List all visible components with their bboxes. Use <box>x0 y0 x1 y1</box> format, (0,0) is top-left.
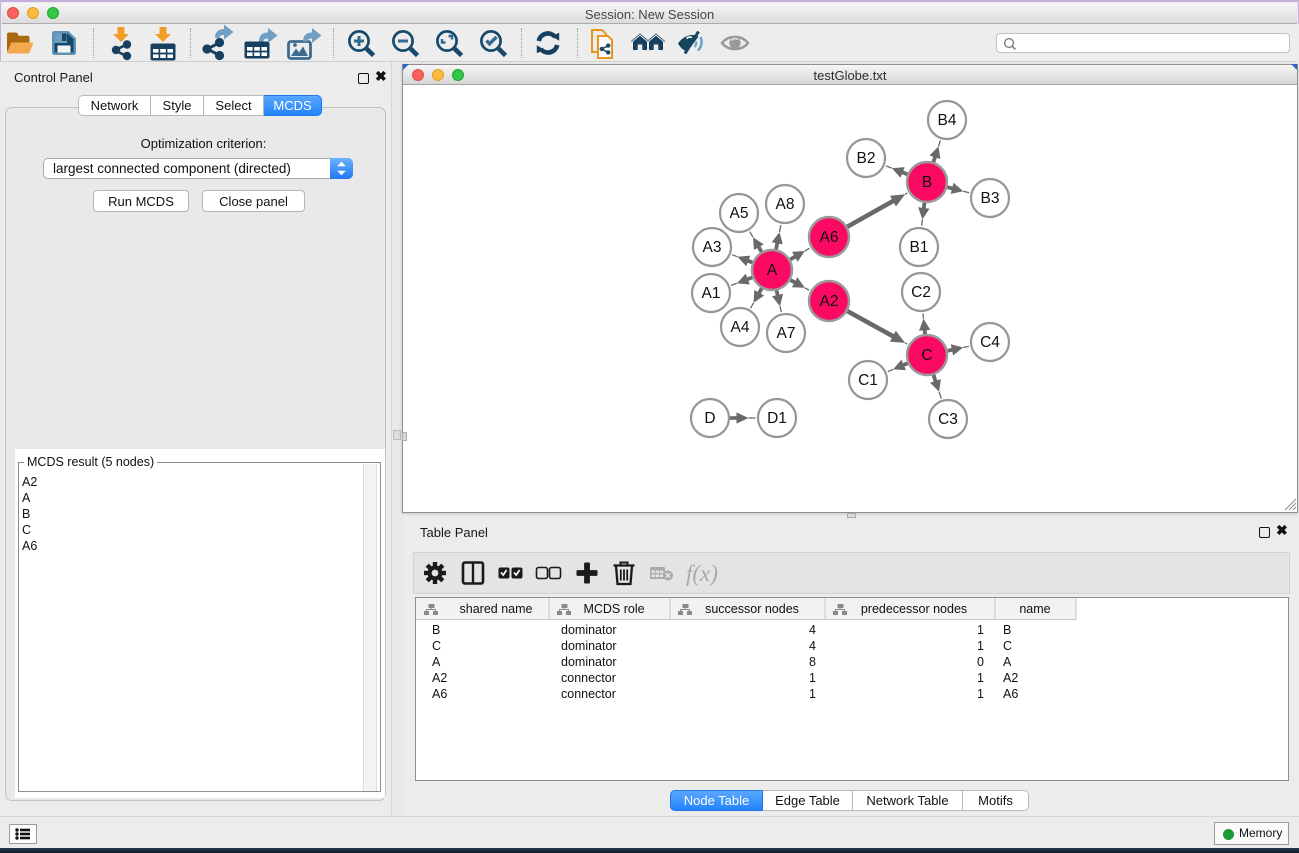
svg-text:A2: A2 <box>432 671 447 685</box>
svg-text:dominator: dominator <box>561 655 617 669</box>
svg-text:A: A <box>432 655 441 669</box>
svg-text:B: B <box>922 174 932 191</box>
svg-text:C: C <box>1003 639 1012 653</box>
svg-text:C1: C1 <box>858 372 878 389</box>
svg-text:A8: A8 <box>776 196 795 213</box>
svg-text:A6: A6 <box>1003 687 1018 701</box>
svg-text:A2: A2 <box>820 293 839 310</box>
svg-text:1: 1 <box>809 671 816 685</box>
svg-text:C: C <box>432 639 441 653</box>
svg-text:D: D <box>704 410 715 427</box>
svg-text:predecessor nodes: predecessor nodes <box>861 602 967 616</box>
svg-text:4: 4 <box>809 623 816 637</box>
svg-text:A2: A2 <box>1003 671 1018 685</box>
svg-text:1: 1 <box>977 687 984 701</box>
svg-text:A1: A1 <box>702 285 721 302</box>
svg-text:C3: C3 <box>938 411 958 428</box>
svg-text:B: B <box>432 623 440 637</box>
svg-text:1: 1 <box>977 639 984 653</box>
svg-text:dominator: dominator <box>561 623 617 637</box>
svg-text:8: 8 <box>809 655 816 669</box>
svg-text:name: name <box>1019 602 1050 616</box>
svg-text:f(x): f(x) <box>686 561 718 586</box>
svg-text:A: A <box>767 262 778 279</box>
svg-text:A: A <box>1003 655 1012 669</box>
svg-text:D1: D1 <box>767 410 787 427</box>
svg-text:0: 0 <box>977 655 984 669</box>
svg-text:B4: B4 <box>938 112 957 129</box>
svg-text:A7: A7 <box>777 325 796 342</box>
svg-text:1: 1 <box>977 623 984 637</box>
svg-text:1: 1 <box>809 687 816 701</box>
svg-text:successor nodes: successor nodes <box>705 602 799 616</box>
svg-text:A3: A3 <box>703 239 722 256</box>
svg-text:connector: connector <box>561 687 616 701</box>
svg-text:C: C <box>921 347 932 364</box>
svg-text:B: B <box>1003 623 1011 637</box>
svg-text:B3: B3 <box>981 190 1000 207</box>
svg-text:connector: connector <box>561 671 616 685</box>
svg-text:A4: A4 <box>731 319 750 336</box>
svg-text:MCDS role: MCDS role <box>583 602 644 616</box>
svg-text:B2: B2 <box>857 150 876 167</box>
svg-text:dominator: dominator <box>561 639 617 653</box>
svg-text:shared name: shared name <box>460 602 533 616</box>
svg-text:B1: B1 <box>910 239 929 256</box>
svg-text:A6: A6 <box>432 687 447 701</box>
svg-text:A5: A5 <box>730 205 749 222</box>
svg-text:C2: C2 <box>911 284 931 301</box>
svg-text:A6: A6 <box>820 229 839 246</box>
svg-text:1: 1 <box>977 671 984 685</box>
svg-text:C4: C4 <box>980 334 1000 351</box>
svg-text:4: 4 <box>809 639 816 653</box>
